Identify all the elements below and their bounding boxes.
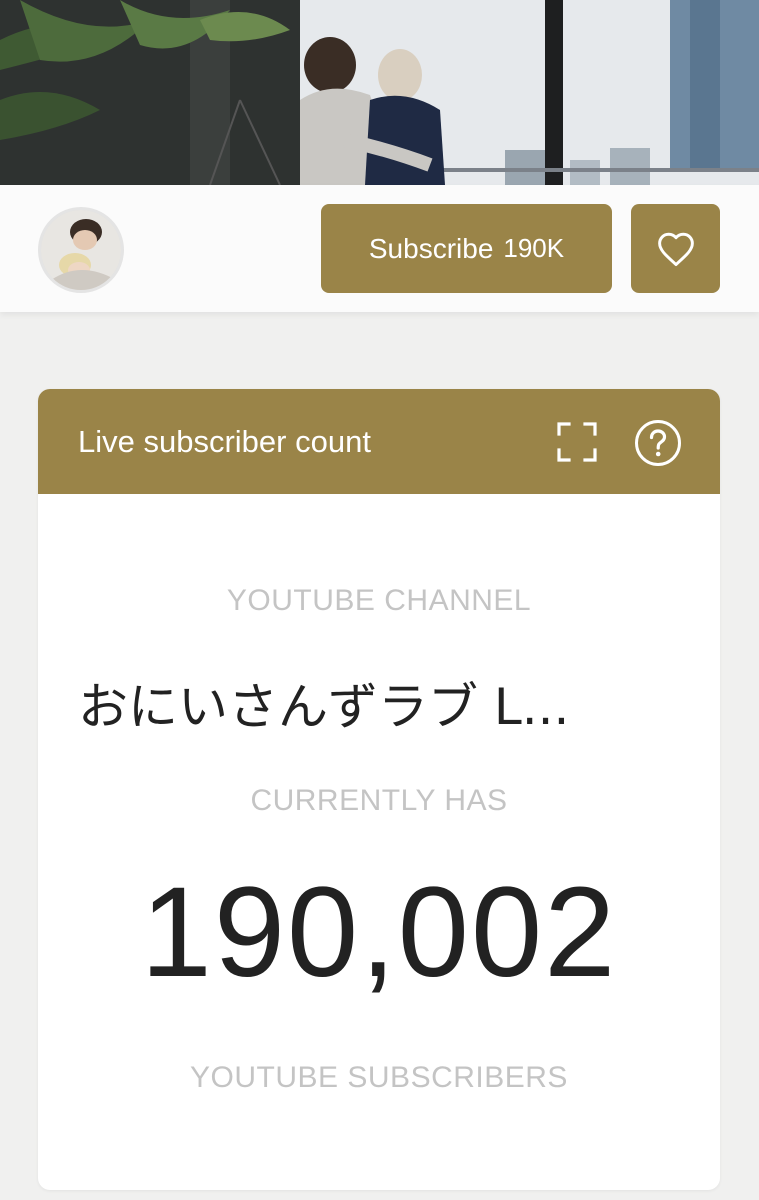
banner-image [0,0,759,185]
favorite-button[interactable] [631,204,720,293]
help-icon[interactable] [634,419,682,467]
card-header: Live subscriber count [38,389,720,494]
subscribers-label: YOUTUBE SUBSCRIBERS [190,1061,568,1094]
subscribe-label: Subscribe [368,232,494,264]
avatar-image [41,210,121,290]
subscribe-count: 190K [503,233,565,263]
currently-has-label: CURRENTLY HAS [250,784,508,817]
channel-avatar[interactable] [38,207,124,293]
channel-name: おにいさんずラブ L... [78,678,570,736]
channel-banner [0,0,759,185]
channel-bar: Subscribe 190K [0,185,759,312]
live-count-card: Live subscriber count YOUTUBE CHANNEL おに… [38,389,720,1190]
heart-icon [657,232,694,266]
subscribe-button[interactable]: Subscribe 190K [321,204,612,293]
card-title: Live subscriber count [78,424,371,459]
fullscreen-icon[interactable] [556,421,598,463]
subscriber-count: 190,002 [140,861,618,1004]
channel-label: YOUTUBE CHANNEL [226,584,532,617]
